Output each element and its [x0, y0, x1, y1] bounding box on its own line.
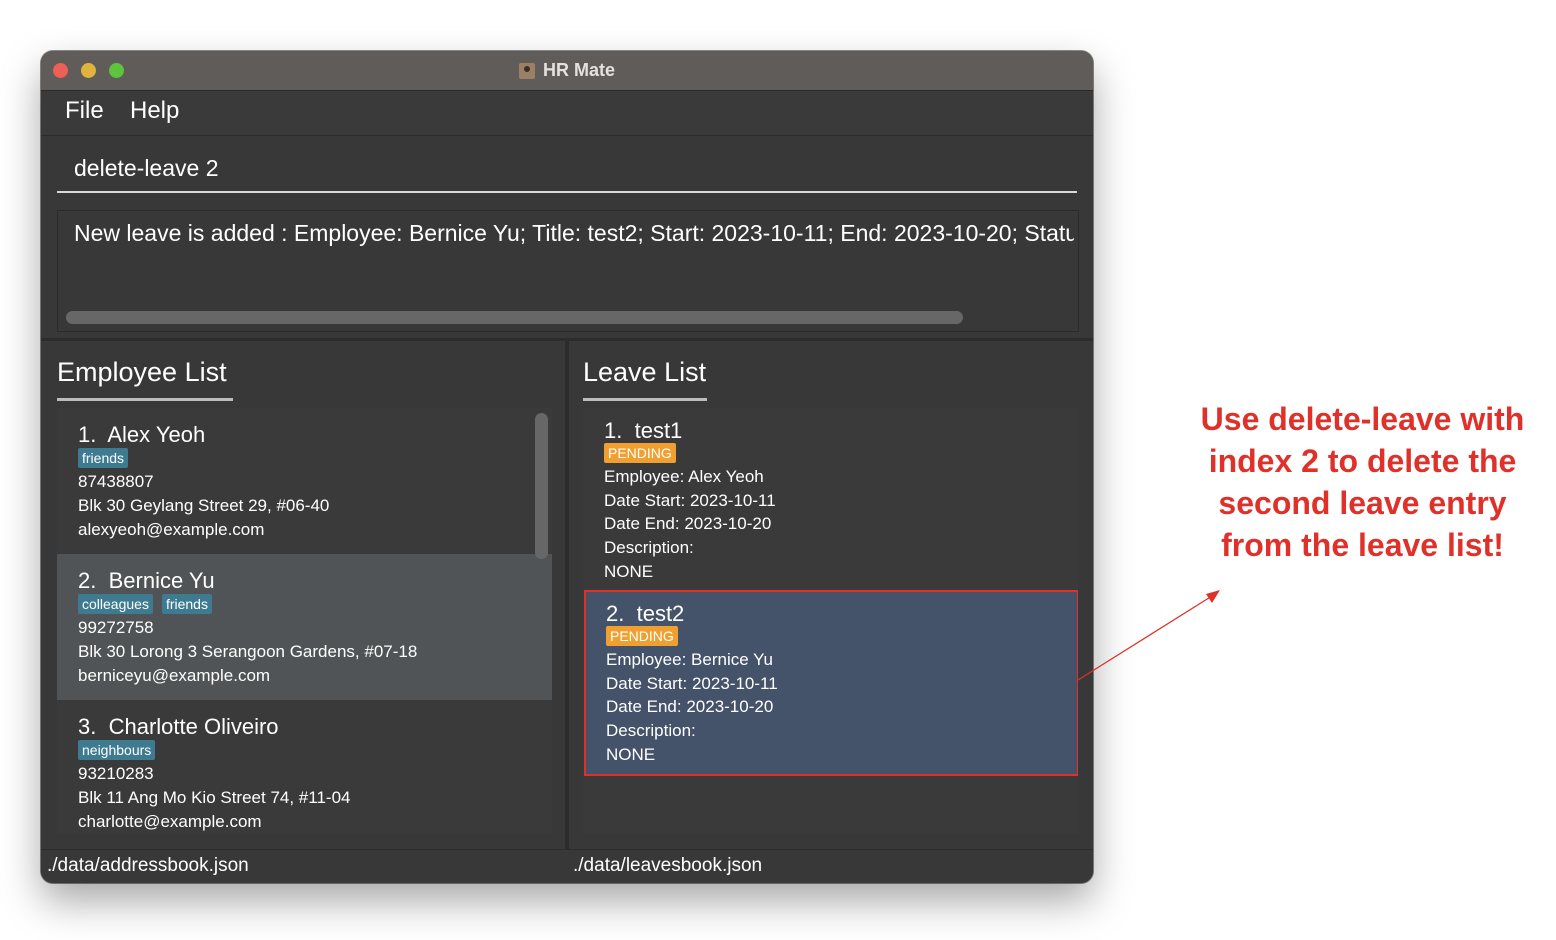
leave-description-label: Description: [604, 538, 694, 557]
employee-phone: 87438807 [78, 472, 154, 491]
employee-email: berniceyu@example.com [78, 666, 271, 685]
employee-address: Blk 30 Geylang Street 29, #06-40 [78, 496, 330, 515]
leave-index: 2. [606, 601, 625, 626]
employee-list-scrollbar[interactable] [535, 413, 548, 559]
employee-address: Blk 11 Ang Mo Kio Street 74, #11-04 [78, 788, 351, 807]
command-input[interactable] [57, 145, 1076, 191]
tag: friends [78, 448, 129, 468]
menu-file[interactable]: File [65, 97, 104, 125]
employee-email: alexyeoh@example.com [78, 520, 265, 539]
employee-name-text: Alex Yeoh [107, 422, 206, 447]
result-display: New leave is added : Employee: Bernice Y… [57, 210, 1079, 332]
title-bar: HR Mate [41, 51, 1093, 91]
app-window: HR Mate File Help New leave is added : E… [41, 51, 1093, 883]
employee-index: 1. [78, 422, 97, 447]
menu-help[interactable]: Help [130, 97, 179, 125]
leave-description-label: Description: [606, 721, 696, 740]
employee-tags: colleagues friends [78, 594, 221, 614]
employee-address: Blk 30 Lorong 3 Serangoon Gardens, #07-1… [78, 642, 418, 661]
annotation-line: index 2 to delete the [1208, 443, 1517, 479]
employee-list: 1. Alex Yeoh friends 87438807 Blk 30 Gey… [57, 408, 552, 833]
tag: friends [161, 594, 212, 614]
leave-list-title: Leave List [583, 357, 707, 387]
leave-status: PENDING [604, 443, 676, 463]
status-bar: ./data/addressbook.json ./data/leavesboo… [41, 849, 1093, 883]
employee-index: 2. [78, 568, 97, 593]
annotation-text: Use delete-leave with index 2 to delete … [1180, 398, 1545, 566]
tag: colleagues [78, 594, 153, 614]
leave-list-title-underline [583, 398, 707, 401]
result-text: New leave is added : Employee: Bernice Y… [74, 220, 1074, 246]
address-book-path: ./data/addressbook.json [47, 855, 249, 876]
employee-card[interactable]: 2. Bernice Yu colleagues friends 99272758… [57, 554, 552, 700]
leave-employee: Employee: Alex Yeoh [604, 467, 764, 486]
window-title-group: HR Mate [41, 51, 1093, 90]
leave-status: PENDING [606, 626, 678, 646]
leave-card-selected[interactable]: 2. test2 PENDING Employee: Bernice Yu Da… [584, 590, 1078, 776]
leave-start: Date Start: 2023-10-11 [604, 491, 776, 510]
employee-list-title: Employee List [57, 357, 227, 387]
employee-tags: neighbours [78, 740, 164, 760]
leave-employee: Employee: Bernice Yu [606, 650, 773, 669]
menu-bar: File Help [41, 91, 1093, 136]
annotation-line: Use delete-leave with [1200, 401, 1525, 437]
employee-index: 3. [78, 714, 97, 739]
employee-phone: 99272758 [78, 618, 154, 637]
leave-title-text: test1 [634, 418, 683, 443]
employee-email: charlotte@example.com [78, 812, 262, 831]
leaves-book-path: ./data/leavesbook.json [573, 855, 763, 876]
employee-name: 1. Alex Yeoh [78, 422, 205, 448]
leave-title-text: test2 [636, 601, 685, 626]
annotation-line: second leave entry [1218, 485, 1507, 521]
tag: neighbours [78, 740, 156, 760]
employee-card[interactable]: 1. Alex Yeoh friends 87438807 Blk 30 Gey… [57, 408, 552, 554]
status-badge: PENDING [606, 626, 678, 646]
annotation-line: from the leave list! [1221, 527, 1504, 563]
command-box [57, 145, 1077, 193]
leave-title: 1. test1 [604, 418, 682, 444]
leave-description: NONE [606, 745, 656, 764]
leave-title: 2. test2 [606, 601, 684, 627]
employee-name-text: Bernice Yu [108, 568, 215, 593]
employee-list-title-underline [57, 398, 233, 401]
leave-list: 1. test1 PENDING Employee: Alex Yeoh Dat… [583, 408, 1078, 833]
employee-tags: friends [78, 448, 137, 468]
employee-card[interactable]: 3. Charlotte Oliveiro neighbours 9321028… [57, 700, 552, 833]
employee-name: 3. Charlotte Oliveiro [78, 714, 279, 740]
app-icon [518, 62, 535, 79]
leave-index: 1. [604, 418, 623, 443]
window-title: HR Mate [542, 60, 615, 80]
leave-list-panel: Leave List 1. test1 PENDING Employee: Al… [569, 341, 1093, 849]
leave-start: Date Start: 2023-10-11 [606, 674, 778, 693]
employee-list-panel: Employee List 1. Alex Yeoh friends 87438… [41, 341, 566, 849]
leave-end: Date End: 2023-10-20 [606, 697, 774, 716]
leave-end: Date End: 2023-10-20 [604, 514, 772, 533]
employee-name-text: Charlotte Oliveiro [108, 714, 279, 739]
employee-name: 2. Bernice Yu [78, 568, 215, 594]
status-badge: PENDING [604, 443, 676, 463]
leave-card[interactable]: 1. test1 PENDING Employee: Alex Yeoh Dat… [583, 408, 1078, 589]
horizontal-scrollbar[interactable] [66, 311, 963, 324]
employee-phone: 93210283 [78, 764, 154, 783]
leave-description: NONE [604, 562, 654, 581]
